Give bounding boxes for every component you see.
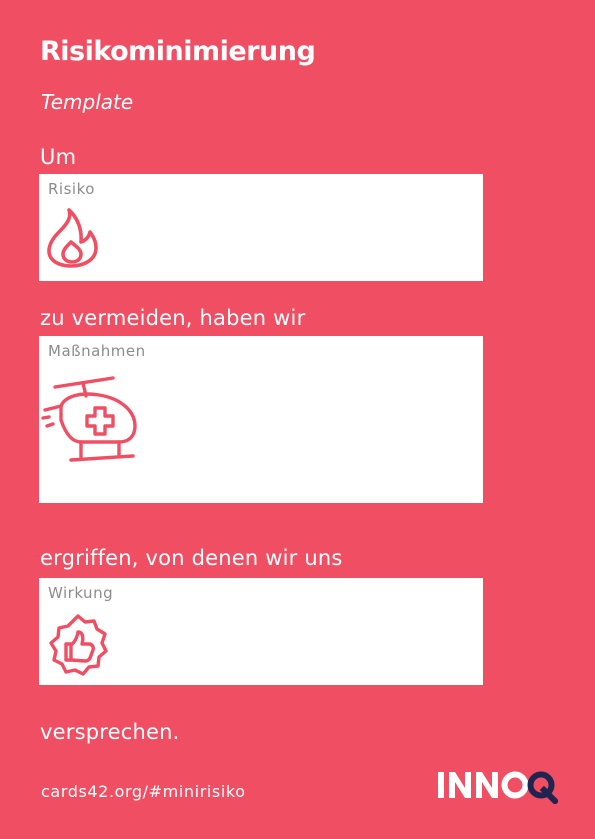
card-title: Risikominimierung [40, 36, 316, 67]
risk-field-label: Risiko [48, 180, 95, 198]
effect-field-label: Wirkung [48, 584, 114, 602]
measures-field[interactable]: Maßnahmen [39, 336, 483, 503]
prompt-after-measures: ergriffen, von denen wir uns [40, 546, 343, 570]
measures-field-label: Maßnahmen [48, 342, 146, 360]
thumbs-up-badge-icon [48, 614, 108, 676]
prompt-intro: Um [40, 145, 77, 169]
effect-field[interactable]: Wirkung [39, 578, 483, 685]
cards42-link[interactable]: cards42.org/#minirisiko [41, 782, 246, 801]
prompt-outro: versprechen. [40, 720, 180, 744]
rescue-helicopter-icon [41, 374, 141, 466]
prompt-after-risk: zu vermeiden, haben wir [40, 306, 306, 330]
card-subtitle: Template [41, 90, 134, 114]
innoq-logo [436, 766, 558, 804]
risk-field[interactable]: Risiko [39, 174, 483, 281]
flame-icon [47, 208, 99, 268]
